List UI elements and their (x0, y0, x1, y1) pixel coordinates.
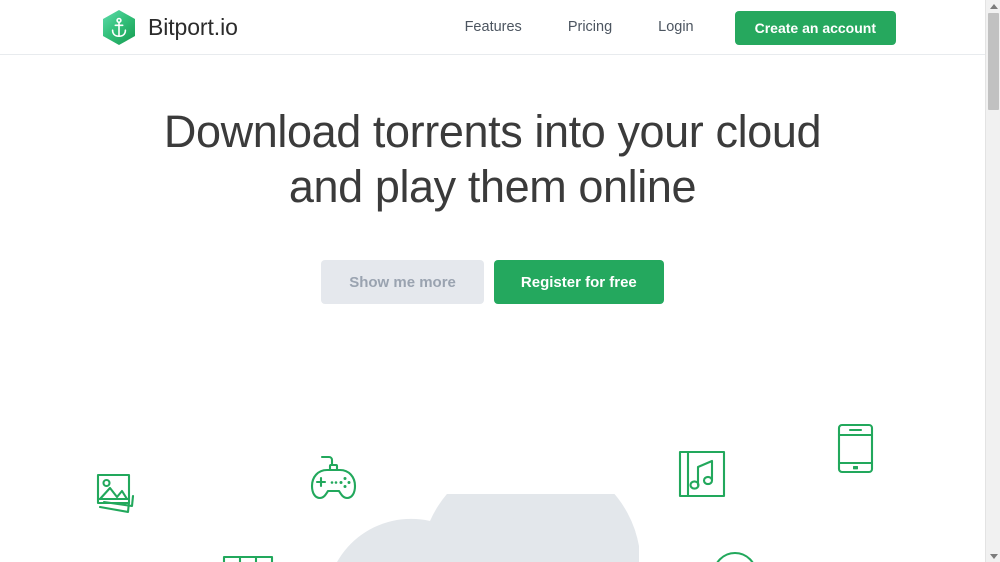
register-for-free-button[interactable]: Register for free (493, 260, 664, 304)
film-video-icon (222, 554, 274, 562)
browser-scrollbar[interactable] (985, 0, 1000, 562)
main-navigation: Features Pricing Login Create an account (442, 0, 896, 55)
site-header: Bitport.io Features Pricing Login Create… (0, 0, 985, 55)
nav-link-pricing[interactable]: Pricing (545, 0, 635, 55)
music-album-icon (678, 450, 726, 503)
hero-headline: Download torrents into your cloud and pl… (0, 104, 985, 214)
page-viewport: Bitport.io Features Pricing Login Create… (0, 0, 985, 562)
hero-headline-line-2: and play them online (288, 161, 697, 212)
scroll-up-arrow-icon[interactable] (986, 0, 1000, 12)
hero-headline-line-1: Download torrents into your cloud (163, 106, 822, 157)
disc-icon (712, 551, 758, 562)
brand-logo-link[interactable]: Bitport.io (101, 9, 238, 46)
cloud-graphic (326, 455, 666, 562)
nav-link-features[interactable]: Features (442, 0, 545, 55)
scrollbar-thumb[interactable] (988, 13, 999, 110)
create-account-button[interactable]: Create an account (734, 10, 896, 45)
hero-section: Download torrents into your cloud and pl… (0, 56, 985, 562)
nav-link-login[interactable]: Login (635, 0, 716, 55)
scroll-down-arrow-icon[interactable] (986, 550, 1000, 562)
show-me-more-button[interactable]: Show me more (321, 260, 484, 304)
anchor-hexagon-logo-icon (101, 9, 137, 46)
mobile-phone-icon (837, 423, 874, 479)
hero-actions: Show me more Register for free (0, 260, 985, 304)
gamepad-icon (310, 454, 361, 511)
brand-name: Bitport.io (148, 14, 238, 40)
photos-icon (95, 472, 142, 521)
